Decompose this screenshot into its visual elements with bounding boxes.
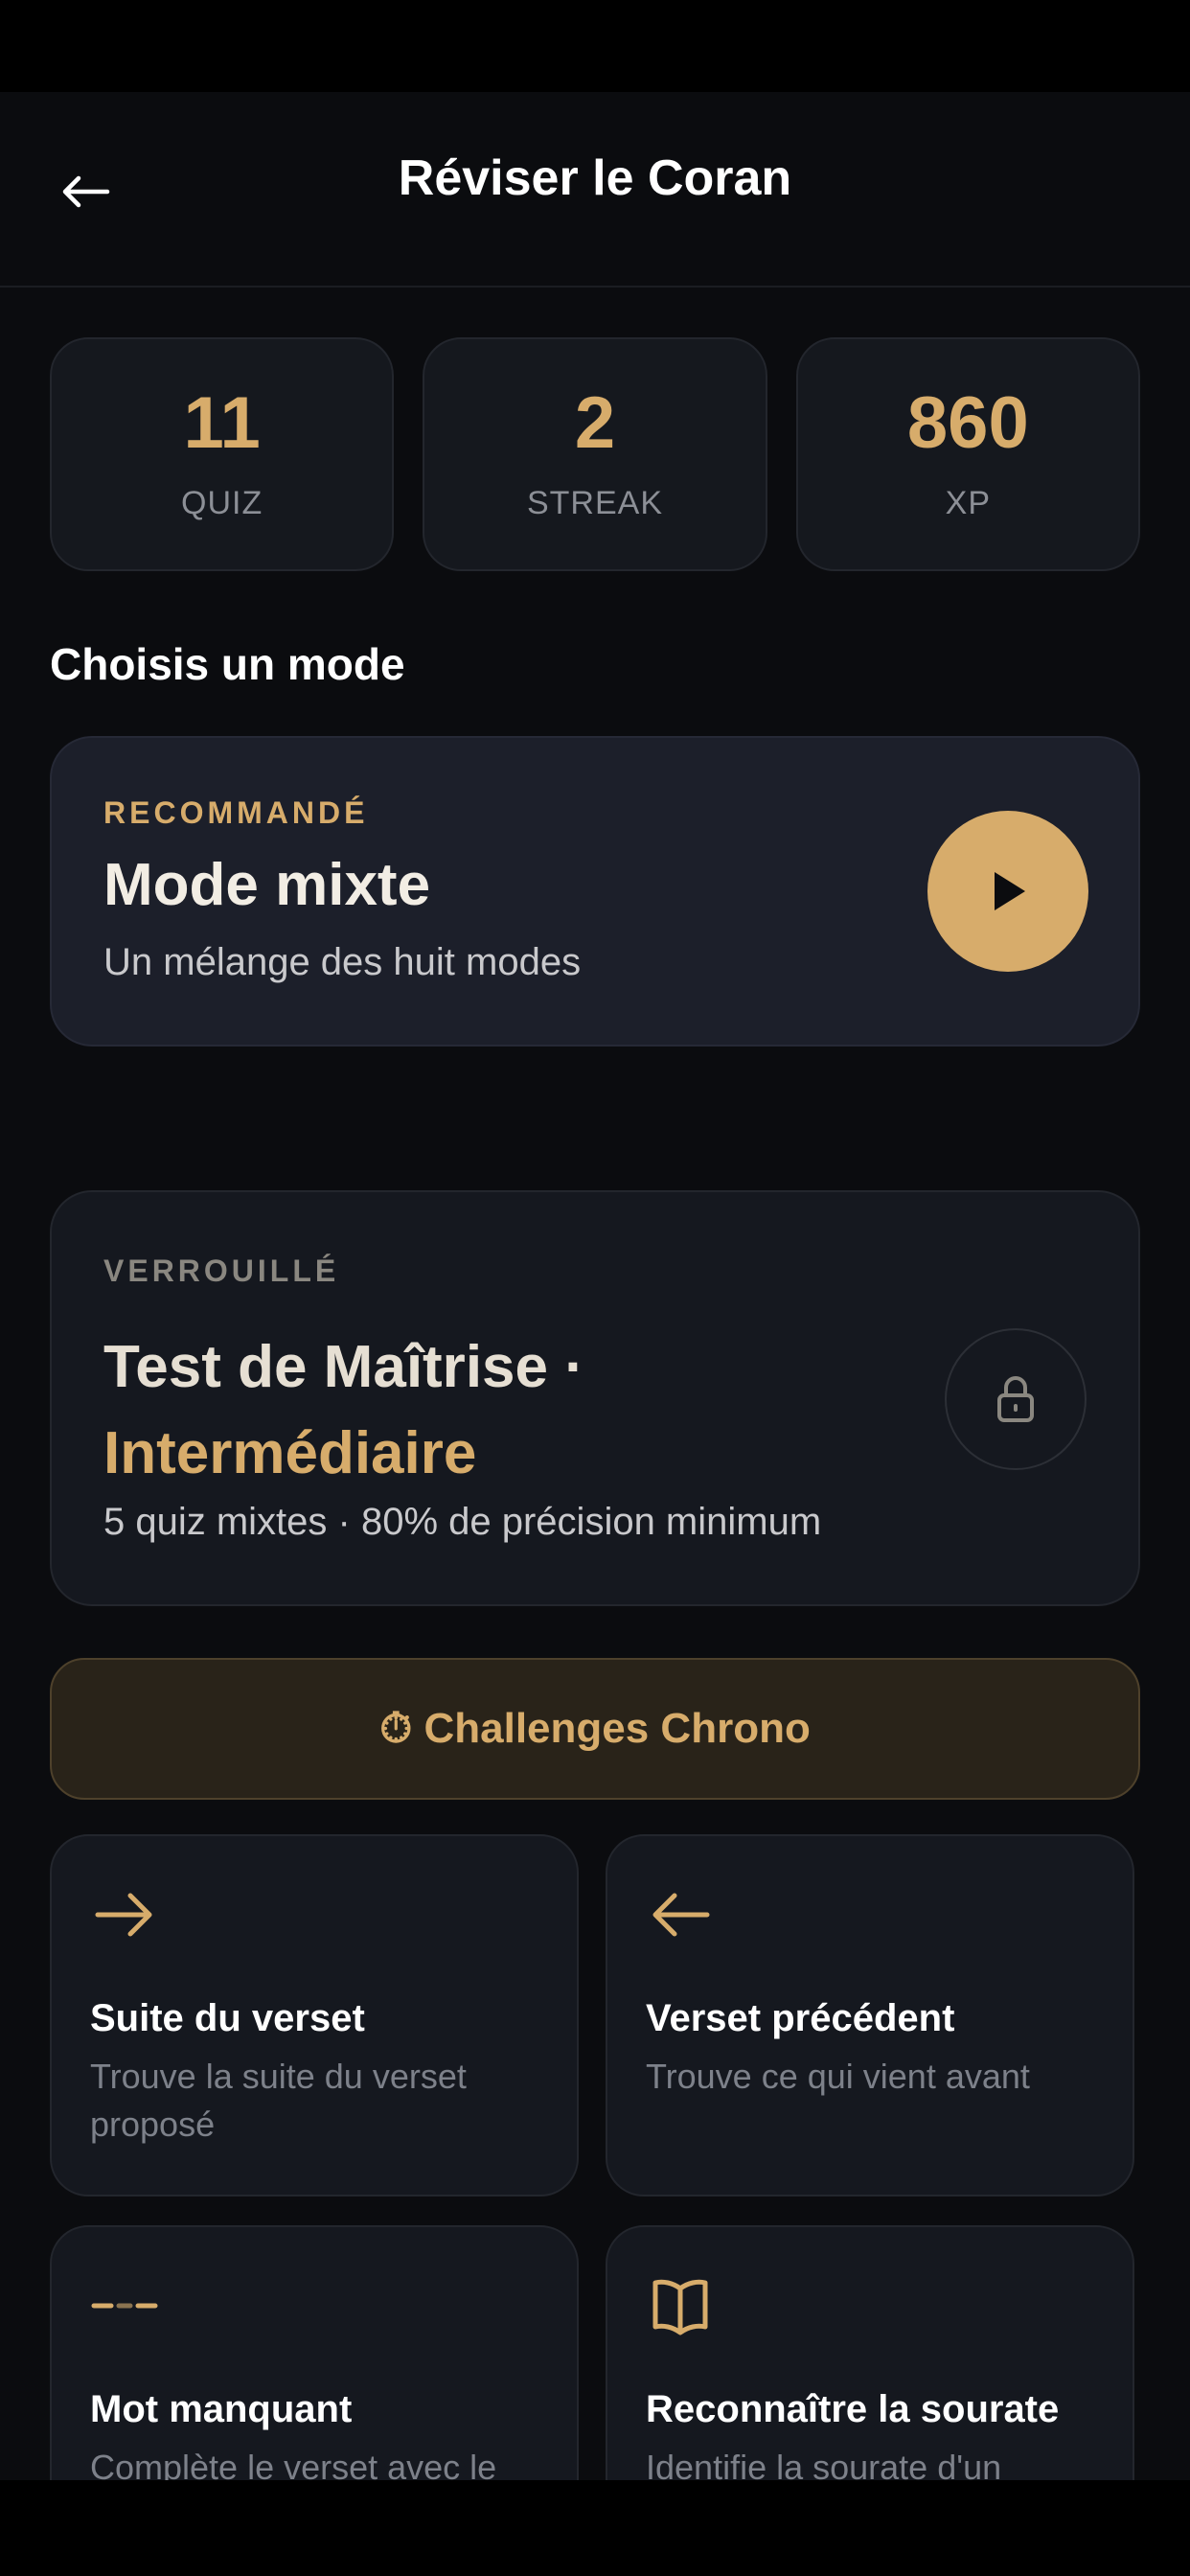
book-open-icon bbox=[652, 2279, 708, 2335]
stat-label: XP bbox=[945, 484, 991, 521]
locked-badge: VERROUILLÉ bbox=[103, 1254, 340, 1288]
stat-card-quiz: 11 QUIZ bbox=[50, 337, 395, 571]
stat-value: 2 bbox=[574, 381, 616, 464]
page-title: Réviser le Coran bbox=[398, 150, 792, 206]
mastery-test-card[interactable]: VERROUILLÉ Test de Maîtrise · Intermédia… bbox=[50, 1190, 1140, 1606]
section-title: Choisis un mode bbox=[50, 639, 405, 689]
lock-indicator bbox=[945, 1328, 1087, 1470]
mode-card-previous-verse[interactable]: Verset précédent Trouve ce qui vient ava… bbox=[606, 1834, 1134, 2196]
top-bar: Réviser le Coran bbox=[0, 92, 1190, 288]
stat-value: 860 bbox=[906, 381, 1029, 464]
mastery-test-subtitle: 5 quiz mixtes · 80% de précision minimum bbox=[103, 1501, 822, 1543]
mastery-test-title-line1: Test de Maîtrise · bbox=[103, 1334, 584, 1400]
mode-title: Suite du verset bbox=[90, 1997, 365, 2039]
mode-card-next-verse[interactable]: Suite du verset Trouve la suite du verse… bbox=[50, 1834, 579, 2196]
mixed-mode-card[interactable]: RECOMMANDÉ Mode mixte Un mélange des hui… bbox=[50, 736, 1140, 1046]
mode-description: Complète le verset avec le bon mot bbox=[90, 2448, 497, 2480]
dashes-icon bbox=[91, 2303, 158, 2309]
play-icon bbox=[995, 872, 1025, 910]
mode-description: Identifie la sourate d'un verset bbox=[646, 2448, 1002, 2480]
mode-title: Reconnaître la sourate bbox=[646, 2388, 1060, 2430]
stopwatch-icon: ⏱ bbox=[379, 1705, 413, 1752]
mode-card-missing-word[interactable]: Mot manquant Complète le verset avec le … bbox=[50, 2225, 579, 2480]
stats-row: 11 QUIZ 2 STREAK 860 XP bbox=[50, 337, 1140, 571]
mastery-test-title: Test de Maîtrise · Intermédiaire bbox=[103, 1324, 584, 1497]
lock-icon bbox=[997, 1376, 1034, 1422]
stat-label: QUIZ bbox=[181, 484, 263, 521]
mastery-test-level: Intermédiaire bbox=[103, 1420, 477, 1486]
stat-label: STREAK bbox=[526, 484, 664, 521]
stat-value: 11 bbox=[183, 381, 261, 464]
mode-title: Mot manquant bbox=[90, 2388, 353, 2430]
chrono-challenges-button[interactable]: ⏱ Challenges Chrono bbox=[50, 1658, 1140, 1800]
mixed-mode-subtitle: Un mélange des huit modes bbox=[103, 941, 582, 983]
mode-card-recognize-surah[interactable]: Reconnaître la sourate Identifie la sour… bbox=[606, 2225, 1134, 2480]
arrow-left-icon bbox=[652, 1893, 710, 1937]
mode-title: Verset précédent bbox=[646, 1997, 955, 2039]
app-screen: Réviser le Coran 11 QUIZ 2 STREAK 860 XP… bbox=[0, 92, 1190, 2480]
chrono-challenges-label: Challenges Chrono bbox=[423, 1705, 811, 1752]
mixed-mode-title: Mode mixte bbox=[103, 852, 431, 918]
arrow-right-icon bbox=[95, 1893, 152, 1937]
stat-card-streak: 2 STREAK bbox=[423, 337, 767, 571]
stat-card-xp: 860 XP bbox=[795, 337, 1140, 571]
mode-description: Trouve ce qui vient avant bbox=[646, 2057, 1030, 2096]
play-button[interactable] bbox=[927, 811, 1088, 972]
mode-description: Trouve la suite du verset proposé bbox=[90, 2057, 467, 2144]
recommended-badge: RECOMMANDÉ bbox=[103, 795, 369, 830]
